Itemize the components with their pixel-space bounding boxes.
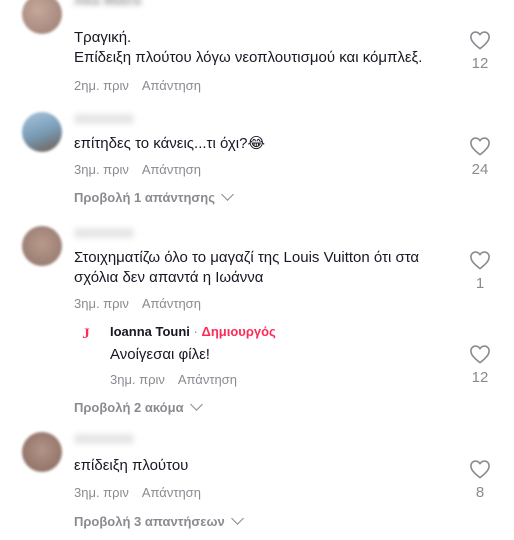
comment-meta: 3ημ. πριν Απάντηση bbox=[74, 296, 211, 311]
like-count: 12 bbox=[471, 55, 489, 72]
comment-text: επίδειξη πλούτου bbox=[74, 457, 189, 474]
view-replies-button[interactable]: Προβολή 3 απαντήσεων bbox=[74, 512, 244, 529]
view-replies-label: Προβολή 1 απάντησης bbox=[74, 190, 216, 205]
reply-time: 3ημ. πριν bbox=[110, 372, 165, 387]
comment-time: 3ημ. πριν bbox=[74, 162, 129, 177]
comment-time: 3ημ. πριν bbox=[74, 485, 129, 500]
name-separator: · bbox=[189, 324, 202, 339]
heart-icon bbox=[470, 137, 490, 156]
view-more-replies-button[interactable]: Προβολή 2 ακόμα bbox=[74, 398, 203, 415]
view-replies-label: Προβολή 2 ακόμα bbox=[74, 400, 184, 415]
comment-meta: 3ημ. πριν Απάντηση bbox=[74, 162, 211, 177]
avatar[interactable] bbox=[22, 0, 62, 34]
reply-button[interactable]: Απάντηση bbox=[142, 78, 201, 93]
comment-time: 2ημ. πριν bbox=[74, 78, 129, 93]
chevron-down-icon bbox=[230, 512, 244, 525]
heart-icon bbox=[470, 345, 490, 364]
comment-username[interactable] bbox=[74, 114, 134, 124]
comment-username[interactable]: Aka Matra bbox=[74, 0, 141, 8]
creator-avatar-letter: J bbox=[82, 325, 90, 342]
like-count: 8 bbox=[475, 484, 485, 501]
view-replies-button[interactable]: Προβολή 1 απάντησης bbox=[74, 188, 234, 205]
reply-meta: 3ημ. πριν Απάντηση bbox=[110, 372, 247, 387]
heart-icon bbox=[470, 251, 490, 270]
avatar[interactable] bbox=[22, 226, 62, 266]
like-button[interactable]: 24 bbox=[468, 136, 492, 178]
creator-avatar[interactable]: J bbox=[74, 322, 98, 346]
like-count: 12 bbox=[471, 369, 489, 386]
comment-username[interactable] bbox=[74, 434, 134, 444]
heart-icon bbox=[470, 31, 490, 50]
like-button[interactable]: 12 bbox=[468, 30, 492, 72]
creator-badge: Δημιουργός bbox=[201, 324, 276, 339]
comment-text: Στοιχηματίζω όλο το μαγαζί της Louis Vui… bbox=[74, 249, 420, 286]
like-count: 24 bbox=[471, 161, 489, 178]
chevron-down-icon bbox=[221, 188, 234, 201]
reply-button[interactable]: Απάντηση bbox=[142, 485, 201, 500]
comment-username[interactable] bbox=[74, 228, 134, 238]
reply-button[interactable]: Απάντηση bbox=[142, 296, 201, 311]
reply-username-row: Ioanna Touni · Δημιουργός bbox=[110, 324, 276, 339]
heart-icon bbox=[470, 460, 490, 479]
avatar[interactable] bbox=[22, 432, 62, 472]
comment-time: 3ημ. πριν bbox=[74, 296, 129, 311]
like-button[interactable]: 12 bbox=[468, 344, 492, 386]
like-button[interactable]: 8 bbox=[468, 459, 492, 501]
comment-meta: 2ημ. πριν Απάντηση bbox=[74, 78, 211, 93]
chevron-down-icon bbox=[189, 398, 203, 411]
avatar[interactable] bbox=[22, 112, 62, 152]
comment-text: επίτηδες το κάνεις...τι όχι?😂 bbox=[74, 135, 265, 152]
comment-meta: 3ημ. πριν Απάντηση bbox=[74, 485, 211, 500]
comment-text: Τραγική. Επίδειξη πλούτου λόγω νεοπλουτι… bbox=[74, 29, 423, 66]
reply-button[interactable]: Απάντηση bbox=[142, 162, 201, 177]
like-button[interactable]: 1 bbox=[468, 250, 492, 292]
reply-button[interactable]: Απάντηση bbox=[178, 372, 237, 387]
like-count: 1 bbox=[475, 275, 485, 292]
reply-username[interactable]: Ioanna Touni bbox=[110, 324, 190, 339]
view-replies-label: Προβολή 3 απαντήσεων bbox=[74, 514, 225, 529]
reply-text: Ανοίγεσαι φίλε! bbox=[110, 346, 210, 363]
